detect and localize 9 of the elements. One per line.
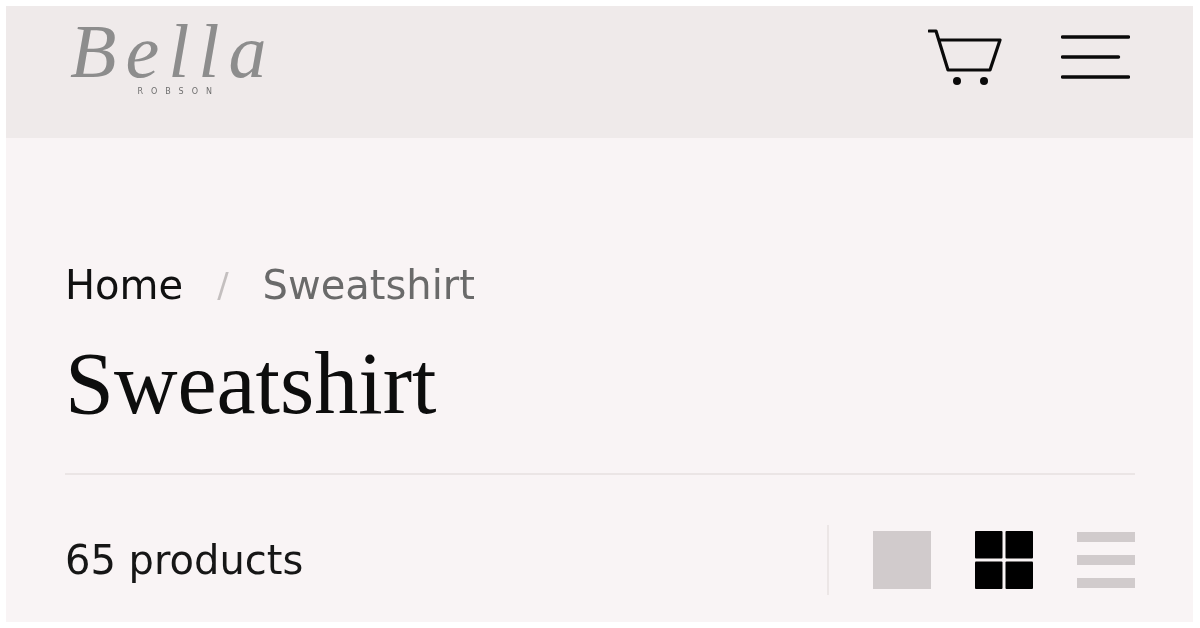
breadcrumb-link[interactable]: Home (65, 261, 184, 309)
product-count: 65 products (65, 536, 304, 584)
menu-icon[interactable] (1061, 34, 1130, 80)
logo-subtitle: ROBSON (137, 86, 220, 97)
page-title: Sweatshirt (65, 334, 437, 434)
breadcrumb-current-page: Sweatshirt (262, 261, 475, 309)
cart-icon[interactable] (928, 28, 1002, 86)
breadcrumb-separator: / (217, 264, 229, 307)
grid-view-icon[interactable] (975, 531, 1033, 589)
